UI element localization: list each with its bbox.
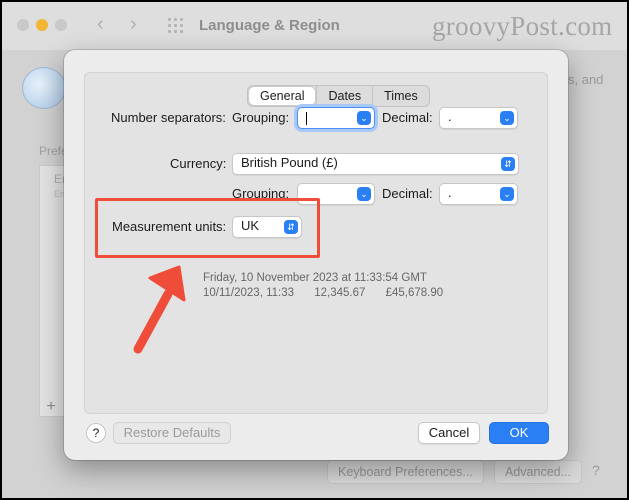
help-button[interactable]: ? (86, 423, 106, 443)
restore-defaults-button[interactable]: Restore Defaults (113, 422, 231, 444)
ok-button[interactable]: OK (489, 422, 549, 444)
screenshot-frame: ‹ › Language & Region groovyPost.com s, … (2, 2, 627, 498)
cancel-button[interactable]: Cancel (418, 422, 480, 444)
